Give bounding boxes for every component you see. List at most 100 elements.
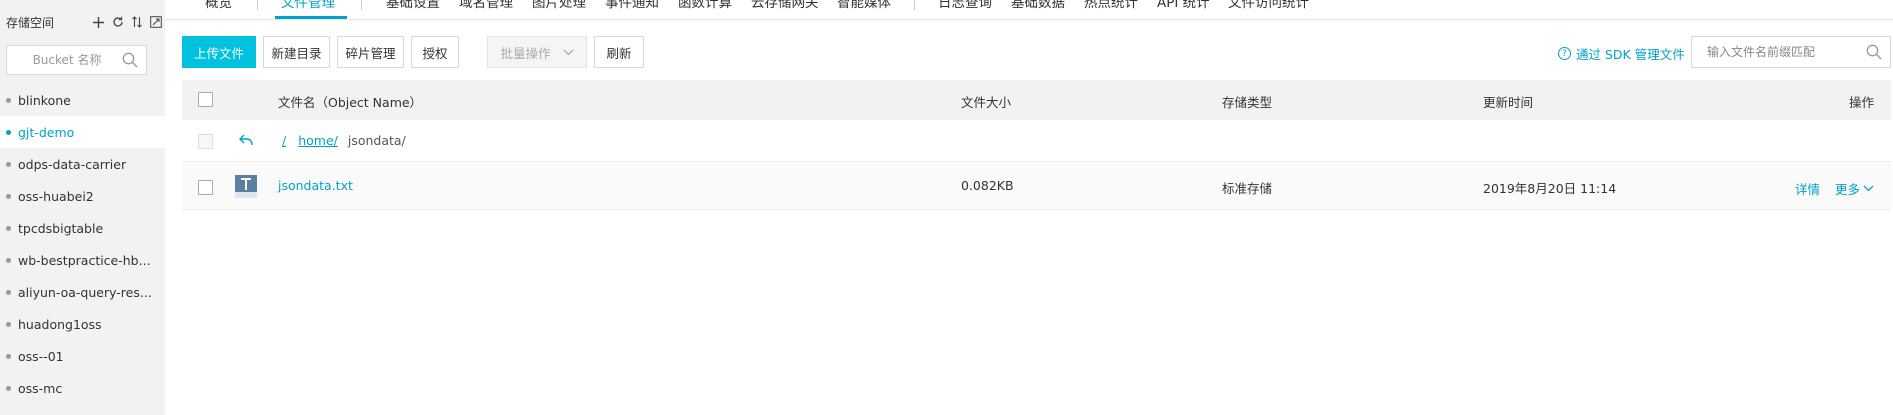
- back-icon[interactable]: [239, 134, 253, 149]
- table-row: jsondata.txt 0.082KB 标准存储 2019年8月20日 11:…: [182, 163, 1891, 210]
- tab-domain[interactable]: 域名管理: [459, 0, 513, 11]
- bucket-item[interactable]: wb-bestpractice-hb...: [0, 244, 165, 276]
- column-header-size: 文件大小: [961, 95, 1012, 110]
- chevron-down-icon: [563, 49, 574, 56]
- sidebar-header: 存储空间: [0, 0, 165, 44]
- select-all-checkbox[interactable]: [198, 92, 213, 107]
- tab-api-stats[interactable]: API 统计: [1157, 0, 1210, 11]
- bullet-icon: [6, 225, 11, 231]
- path-row: / home/ jsondata/: [182, 120, 1891, 162]
- breadcrumb-root-link[interactable]: /: [282, 133, 286, 148]
- tab-intelligent-media[interactable]: 智能媒体: [837, 0, 891, 11]
- bucket-item[interactable]: blinkone: [0, 84, 165, 116]
- file-table-header: 文件名（Object Name） 文件大小 存储类型 更新时间 操作: [182, 80, 1891, 120]
- search-icon[interactable]: [1866, 44, 1882, 63]
- refresh-icon[interactable]: [108, 13, 127, 32]
- more-label: 更多: [1835, 182, 1861, 197]
- tab-basic-settings[interactable]: 基础设置: [386, 0, 440, 11]
- tab-log-query[interactable]: 日志查询: [938, 0, 992, 11]
- tab-file-access-stats[interactable]: 文件访问统计: [1228, 0, 1309, 11]
- bucket-item[interactable]: tpcdsbigtable: [0, 212, 165, 244]
- help-icon: ?: [1558, 47, 1571, 60]
- tab-divider: [914, 0, 915, 10]
- file-prefix-search-input[interactable]: [1692, 37, 1852, 67]
- batch-operations-dropdown[interactable]: 批量操作: [487, 36, 587, 68]
- column-header-storage: 存储类型: [1222, 95, 1273, 110]
- expand-icon[interactable]: [146, 13, 165, 32]
- bullet-icon: [6, 353, 11, 359]
- bucket-sidebar: 存储空间 blinkone gjt-demo odps-data-carrier: [0, 0, 165, 415]
- bucket-label: oss-huabei2: [18, 188, 94, 204]
- file-size: 0.082KB: [961, 178, 1014, 193]
- column-header-actions: 操作: [1849, 95, 1875, 110]
- bucket-label: aliyun-oa-query-res...: [18, 284, 152, 300]
- bucket-item[interactable]: aliyun-oa-query-res...: [0, 276, 165, 308]
- bucket-item-active[interactable]: gjt-demo: [0, 116, 165, 148]
- bucket-list: blinkone gjt-demo odps-data-carrier oss-…: [0, 84, 165, 404]
- text-file-icon: [235, 175, 257, 198]
- bucket-label: huadong1oss: [18, 316, 102, 332]
- authorize-button[interactable]: 授权: [411, 36, 459, 68]
- column-header-updated: 更新时间: [1483, 95, 1534, 110]
- bucket-search-box: [6, 45, 147, 75]
- bullet-icon: [6, 97, 11, 103]
- bucket-label: blinkone: [18, 92, 71, 108]
- tab-basic-data[interactable]: 基础数据: [1011, 0, 1065, 11]
- bucket-search-input[interactable]: [7, 46, 117, 74]
- updated-time: 2019年8月20日 11:14: [1483, 181, 1617, 196]
- bucket-label: tpcdsbigtable: [18, 220, 104, 236]
- bullet-icon: [6, 257, 11, 263]
- batch-operations-label: 批量操作: [500, 45, 551, 61]
- tab-storage-gateway[interactable]: 云存储网关: [751, 0, 819, 11]
- sdk-link-label: 通过 SDK 管理文件: [1576, 47, 1685, 62]
- tab-file-management[interactable]: 文件管理: [281, 0, 335, 11]
- top-tab-bar: 概览 文件管理 基础设置 域名管理 图片处理 事件通知 函数计算 云存储网关 智…: [165, 0, 1893, 20]
- tab-divider: [257, 0, 258, 10]
- bucket-item[interactable]: oss-huabei2: [0, 180, 165, 212]
- column-header-name: 文件名（Object Name）: [278, 95, 423, 110]
- bullet-icon: [6, 161, 11, 167]
- detail-link[interactable]: 详情: [1795, 179, 1820, 198]
- tab-image-processing[interactable]: 图片处理: [532, 0, 586, 11]
- bucket-label: oss--01: [18, 348, 64, 364]
- tab-event-notify[interactable]: 事件通知: [605, 0, 659, 11]
- refresh-button[interactable]: 刷新: [594, 36, 644, 68]
- sidebar-title: 存储空间: [6, 15, 55, 30]
- row-checkbox[interactable]: [198, 180, 213, 195]
- bullet-icon: [6, 321, 11, 327]
- bullet-icon: [6, 385, 11, 391]
- sort-icon[interactable]: [127, 13, 146, 32]
- bullet-icon: [6, 129, 11, 135]
- bucket-item[interactable]: oss--01: [0, 340, 165, 372]
- breadcrumb-home-link[interactable]: home/: [298, 133, 338, 148]
- file-name-link[interactable]: jsondata.txt: [278, 178, 353, 193]
- bucket-label: oss-mc: [18, 380, 63, 396]
- fragment-management-button[interactable]: 碎片管理: [337, 36, 404, 68]
- breadcrumb: / home/ jsondata/: [282, 133, 406, 148]
- file-search-box: [1691, 36, 1891, 68]
- more-actions-dropdown[interactable]: 更多: [1835, 179, 1874, 198]
- oss-console: 存储空间 blinkone gjt-demo odps-data-carrier: [0, 0, 1893, 415]
- bucket-item[interactable]: oss-mc: [0, 372, 165, 404]
- storage-type: 标准存储: [1222, 181, 1273, 196]
- search-icon[interactable]: [122, 52, 138, 71]
- tab-function-compute[interactable]: 函数计算: [678, 0, 732, 11]
- path-row-checkbox: [198, 134, 213, 149]
- bucket-label: gjt-demo: [18, 124, 75, 140]
- sdk-manage-link[interactable]: ? 通过 SDK 管理文件: [1558, 44, 1685, 63]
- breadcrumb-current: jsondata/: [347, 133, 406, 148]
- bucket-item[interactable]: huadong1oss: [0, 308, 165, 340]
- upload-button[interactable]: 上传文件: [182, 36, 256, 68]
- bullet-icon: [6, 193, 11, 199]
- chevron-down-icon: [1863, 185, 1874, 192]
- tab-divider: [361, 0, 362, 10]
- tab-hotspot-stats[interactable]: 热点统计: [1084, 0, 1138, 11]
- add-bucket-icon[interactable]: [89, 13, 108, 32]
- tab-overview[interactable]: 概览: [205, 0, 232, 11]
- new-directory-button[interactable]: 新建目录: [263, 36, 330, 68]
- bucket-label: odps-data-carrier: [18, 156, 127, 172]
- bucket-item[interactable]: odps-data-carrier: [0, 148, 165, 180]
- active-tab-indicator: [275, 16, 347, 19]
- bucket-label: wb-bestpractice-hb...: [18, 252, 151, 268]
- bullet-icon: [6, 289, 11, 295]
